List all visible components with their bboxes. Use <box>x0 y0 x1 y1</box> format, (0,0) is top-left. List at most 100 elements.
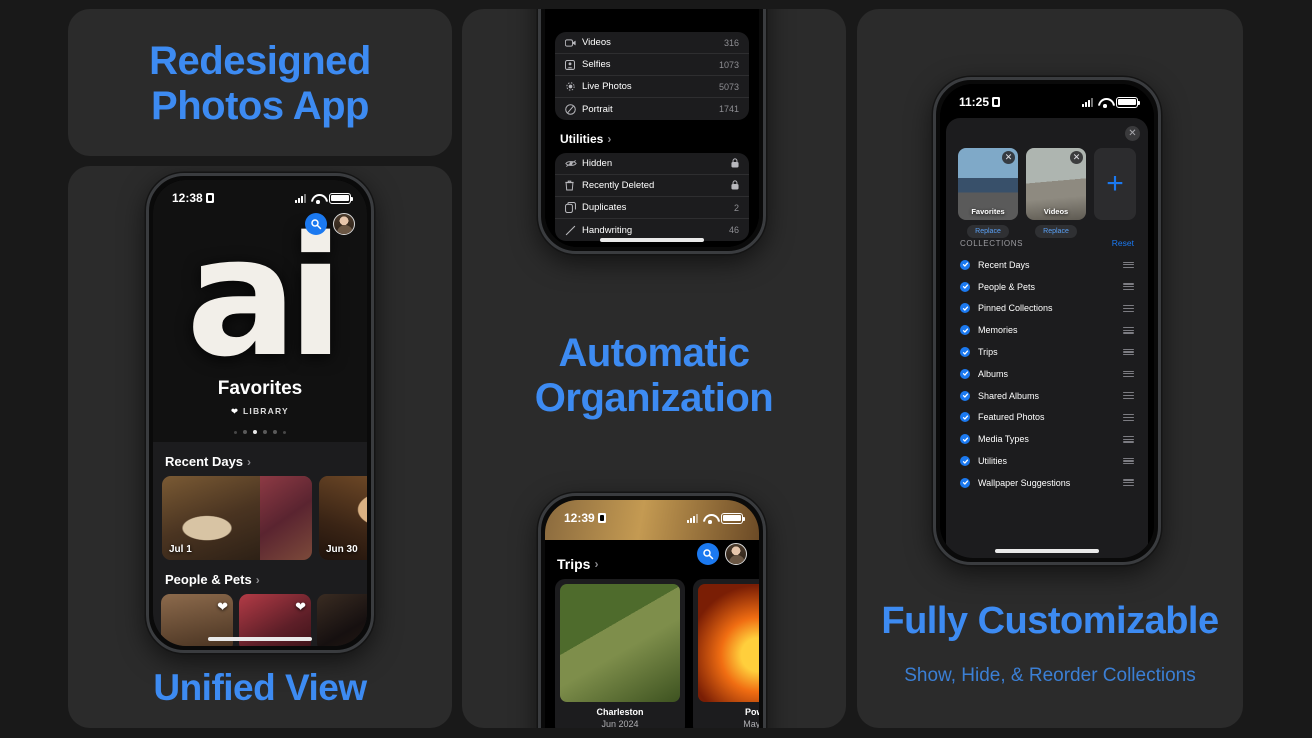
cellular-icon <box>295 193 306 203</box>
drag-handle-icon[interactable] <box>1123 479 1134 487</box>
plus-icon: + <box>1106 167 1124 200</box>
checkmark-icon[interactable] <box>960 325 970 336</box>
list-item-label: Selfies <box>582 59 611 70</box>
list-item-portrait[interactable]: Portrait 1741 <box>555 98 749 120</box>
list-item[interactable]: Shared Albums <box>960 385 1134 407</box>
chevron-right-icon: › <box>594 557 599 571</box>
wifi-icon <box>703 513 716 524</box>
list-item[interactable]: Pinned Collections <box>960 298 1134 320</box>
list-item[interactable]: People & Pets <box>960 276 1134 298</box>
section-header-recent-days[interactable]: Recent Days › <box>165 454 357 469</box>
phone-trips-top-controls <box>697 543 747 565</box>
checkmark-icon[interactable] <box>960 456 970 467</box>
recent-day-tile[interactable]: Jun 30 <box>319 476 367 560</box>
drag-handle-icon[interactable] <box>1123 283 1134 291</box>
reset-button[interactable]: Reset <box>1112 238 1134 248</box>
poster-stage: Redesigned Photos App 12:38 ai Favorites… <box>0 0 1312 738</box>
list-item-videos[interactable]: Videos 316 <box>555 32 749 54</box>
close-icon[interactable]: ✕ <box>1125 126 1140 141</box>
checkmark-icon[interactable] <box>960 368 970 379</box>
list-item[interactable]: Recent Days <box>960 254 1134 276</box>
panel1-headline-line2: Photos App <box>151 83 369 128</box>
checkmark-icon[interactable] <box>960 412 970 423</box>
pinned-item[interactable]: ✕ Videos Replace <box>1026 148 1086 238</box>
list-item[interactable]: ❤ <box>317 594 367 646</box>
checkmark-icon[interactable] <box>960 477 970 488</box>
drag-handle-icon[interactable] <box>1123 326 1134 334</box>
drag-handle-icon[interactable] <box>1123 457 1134 465</box>
list-item[interactable]: Trips <box>960 341 1134 363</box>
list-item-recently-deleted[interactable]: Recently Deleted <box>555 175 749 197</box>
list-item-selfies[interactable]: Selfies 1073 <box>555 54 749 76</box>
tile-caption: Jul 1 <box>169 544 192 555</box>
recent-day-tile[interactable]: Jul 1 <box>162 476 312 560</box>
drag-handle-icon[interactable] <box>1123 414 1134 421</box>
page-dots[interactable] <box>153 430 367 434</box>
list-item-label: Handwriting <box>582 224 633 236</box>
drag-handle-icon[interactable] <box>1123 370 1134 378</box>
remove-icon[interactable]: ✕ <box>1002 151 1015 164</box>
lock-icon <box>731 179 739 192</box>
status-icons <box>1082 96 1140 108</box>
drag-handle-icon[interactable] <box>1123 305 1134 312</box>
panel3-headline: Fully Customizable <box>881 600 1219 642</box>
duplicate-icon <box>565 202 579 213</box>
list-item-live-photos[interactable]: Live Photos 5073 <box>555 76 749 98</box>
list-item[interactable]: Media Types <box>960 428 1134 450</box>
drag-handle-icon[interactable] <box>1123 348 1134 356</box>
section-title: Trips <box>557 556 591 572</box>
checkmark-icon[interactable] <box>960 259 970 270</box>
section-header-people-pets[interactable]: People & Pets › <box>165 572 357 587</box>
section-header-utilities[interactable]: Utilities › <box>560 132 749 146</box>
chevron-right-icon: › <box>255 572 260 587</box>
list-item[interactable]: Utilities <box>960 450 1134 472</box>
remove-icon[interactable]: ✕ <box>1070 151 1083 164</box>
list-item[interactable]: Albums <box>960 363 1134 385</box>
heart-icon: ❤ <box>217 599 228 614</box>
status-icons <box>295 192 353 204</box>
heart-icon: ❤ <box>295 599 306 614</box>
phone3-bezel: 12:39 Trips › Charleston Jun 2024 Po May <box>545 500 759 728</box>
collections-header-row: COLLECTIONS Reset <box>960 238 1134 248</box>
list-item-hidden[interactable]: Hidden <box>555 153 749 175</box>
collection-label: Memories <box>978 325 1018 336</box>
trip-card[interactable]: Powel May 20 <box>693 579 759 728</box>
checkmark-icon[interactable] <box>960 390 970 401</box>
drag-handle-icon[interactable] <box>1123 392 1134 400</box>
avatar[interactable] <box>333 213 355 235</box>
lock-icon <box>731 157 739 170</box>
status-time-group: 12:38 <box>172 191 214 205</box>
collection-label: Pinned Collections <box>978 303 1053 314</box>
collection-label: Utilities <box>978 456 1008 467</box>
wifi-icon <box>311 193 324 204</box>
trip-card[interactable]: Charleston Jun 2024 <box>555 579 685 728</box>
list-item[interactable]: Memories <box>960 319 1134 341</box>
replace-button[interactable]: Replace <box>1035 225 1077 238</box>
media-types-group: Videos 316 Selfies 1073 Live Photos 5073… <box>555 32 749 120</box>
drag-handle-icon[interactable] <box>1123 261 1134 269</box>
drag-handle-icon[interactable] <box>1123 435 1134 443</box>
list-item-duplicates[interactable]: Duplicates 2 <box>555 197 749 219</box>
home-indicator[interactable] <box>995 549 1099 553</box>
trash-icon <box>565 180 579 191</box>
trips-row: Charleston Jun 2024 Powel May 20 <box>555 579 759 728</box>
avatar[interactable] <box>725 543 747 565</box>
replace-button[interactable]: Replace <box>967 225 1009 238</box>
checkmark-icon[interactable] <box>960 434 970 445</box>
home-indicator[interactable] <box>600 238 704 242</box>
checkmark-icon[interactable] <box>960 347 970 358</box>
checkmark-icon[interactable] <box>960 303 970 314</box>
add-pinned-button[interactable]: + <box>1094 148 1136 220</box>
list-item-count: 5073 <box>718 81 739 92</box>
pinned-item[interactable]: ✕ Favorites Replace <box>958 148 1018 238</box>
section-title: Recent Days <box>165 454 244 469</box>
recent-days-row: Jul 1 Jun 30 <box>155 476 367 560</box>
search-icon[interactable] <box>305 213 327 235</box>
collection-label: Media Types <box>978 434 1029 445</box>
list-item[interactable]: Featured Photos <box>960 407 1134 429</box>
search-icon[interactable] <box>697 543 719 565</box>
home-indicator[interactable] <box>208 637 312 641</box>
checkmark-icon[interactable] <box>960 281 970 292</box>
pinned-name: Favorites <box>971 207 1005 216</box>
list-item[interactable]: Wallpaper Suggestions <box>960 472 1134 494</box>
